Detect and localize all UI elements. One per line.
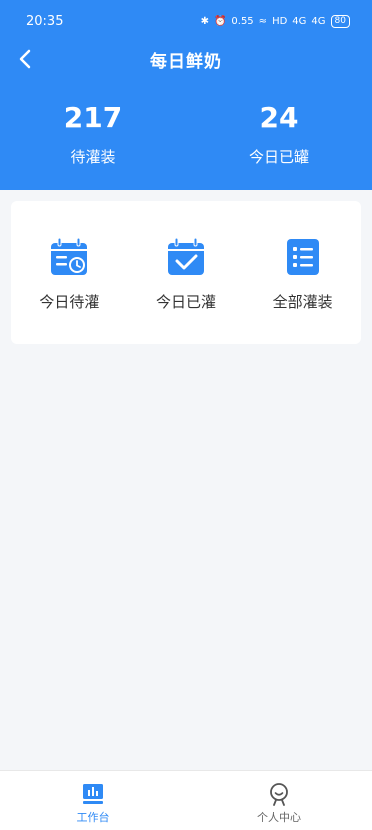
calendar-check-icon: [167, 237, 204, 275]
network-type: HD: [272, 15, 288, 27]
signal-icon-1: 4G: [292, 15, 307, 27]
header: 20:35 ✱ ⏰ 0.55 ≈ HD 4G 4G 80 每日鲜奶 217 待灌…: [0, 0, 372, 190]
signal-icon-2: 4G: [311, 15, 326, 27]
bluetooth-icon: ✱: [200, 15, 209, 27]
network-speed: 0.55: [231, 15, 254, 27]
stat-today-done-label: 今日已罐: [248, 148, 309, 166]
action-all-filling[interactable]: 全部灌装: [248, 237, 358, 312]
status-bar: 20:35 ✱ ⏰ 0.55 ≈ HD 4G 4G 80: [0, 0, 372, 42]
calendar-clock-icon: [51, 237, 88, 275]
chevron-left-icon: [19, 49, 31, 69]
wifi-icon: ≈: [258, 15, 268, 27]
action-today-pending[interactable]: 今日待灌: [14, 237, 124, 312]
action-all-filling-label: 全部灌装: [272, 293, 333, 311]
tab-profile[interactable]: 个人中心: [186, 771, 372, 830]
stat-pending-value: 217: [63, 101, 123, 134]
stat-today-done-value: 24: [259, 101, 299, 134]
actions-card: 今日待灌 今日已灌 全部灌装: [11, 201, 361, 344]
tab-workbench-label: 工作台: [76, 811, 110, 824]
stat-pending[interactable]: 217 待灌装: [0, 98, 186, 167]
tab-profile-label: 个人中心: [257, 811, 301, 824]
list-icon: [286, 239, 319, 275]
dashboard-icon: [83, 784, 103, 804]
action-today-done[interactable]: 今日已灌: [131, 237, 241, 312]
action-today-done-label: 今日已灌: [155, 293, 216, 311]
battery-icon: 80: [330, 14, 350, 28]
action-today-pending-label: 今日待灌: [39, 293, 100, 311]
back-button[interactable]: [12, 46, 38, 72]
tab-bar: 工作台 个人中心: [0, 770, 372, 830]
status-icons: ✱ ⏰ 0.55 ≈ HD 4G 4G 80: [200, 14, 350, 28]
tab-workbench[interactable]: 工作台: [0, 771, 186, 830]
nav-bar: 每日鲜奶: [0, 42, 372, 76]
user-icon: [270, 783, 288, 806]
page-title: 每日鲜奶: [150, 51, 222, 72]
alarm-icon: ⏰: [213, 15, 227, 27]
stat-today-done[interactable]: 24 今日已罐: [186, 98, 372, 167]
stats-panel: 217 待灌装 24 今日已罐: [0, 98, 372, 167]
status-time: 20:35: [26, 13, 64, 29]
stat-pending-label: 待灌装: [70, 148, 116, 166]
